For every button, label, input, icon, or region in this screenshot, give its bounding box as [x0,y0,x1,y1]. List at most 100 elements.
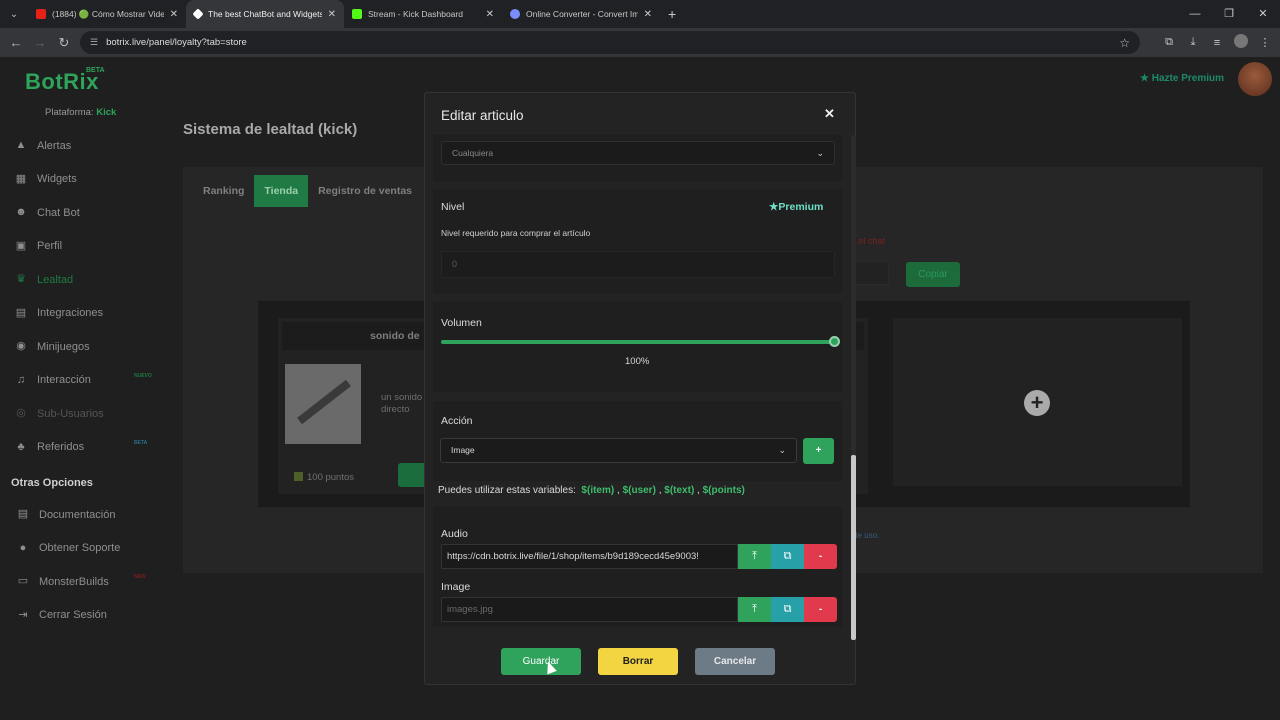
tab-close-icon[interactable]: ✕ [328,9,336,20]
close-window-icon[interactable]: ✕ [1246,0,1280,28]
image-gallery-button[interactable]: ⧉ [771,597,804,622]
beta-badge: BETA [86,67,105,74]
permission-select[interactable]: Cualquiera ⌄ [441,141,835,165]
upload-audio-button[interactable]: ⤒ [738,544,771,569]
extensions-icon[interactable]: ⧉ [1160,36,1178,49]
sidebar-item-referidos[interactable]: ♣ Referidos BETA [0,431,175,465]
browser-tab[interactable]: Online Converter - Convert Ima ✕ [502,0,660,28]
users-icon: ♣ [17,440,25,453]
audio-label: Audio [441,528,468,540]
gamepad-icon: ◉ [16,340,26,353]
sidebar-item-sub-usuarios[interactable]: ◎ Sub-Usuarios [0,397,175,431]
bookmark-star-icon[interactable]: ☆ [1119,36,1130,50]
document-icon: ▤ [17,508,29,521]
upload-icon: ⤒ [752,603,757,615]
image-url-input[interactable]: images.jpg [441,597,738,622]
variable-user: $(user) [622,485,656,496]
upload-image-button[interactable]: ⤒ [738,597,771,622]
new-tab-icon[interactable]: + [660,6,684,22]
browser-tab[interactable]: Stream - Kick Dashboard ✕ [344,0,502,28]
reload-icon[interactable]: ↻ [52,35,76,51]
page-title: Sistema de lealtad (kick) [183,121,358,138]
minimize-icon[interactable]: — [1178,0,1212,28]
back-icon[interactable]: ← [4,35,28,50]
modal-scrollbar[interactable] [851,135,856,640]
level-input[interactable]: 0 [441,251,835,278]
add-action-button[interactable]: + [803,438,834,464]
sub-users-icon: ◎ [16,407,26,420]
remove-image-button[interactable]: - [804,597,837,622]
browser-tab-active[interactable]: The best ChatBot and Widgets f ✕ [186,0,344,28]
sidebar-item-integraciones[interactable]: ▤ Integraciones [0,297,175,331]
sidebar-item-chat-bot[interactable]: ☻ Chat Bot [0,196,175,230]
maximize-icon[interactable]: ❐ [1212,0,1246,28]
browser-tab-bar: ⌄ (1884) 🟢 Cómo Mostrar Videos ✕ The bes… [0,0,1280,28]
avatar[interactable] [1238,62,1272,96]
sidebar-item-perfil[interactable]: ▣ Perfil [0,230,175,264]
tab-tienda[interactable]: Tienda [254,175,309,207]
copy-button[interactable]: Copiar [906,262,960,287]
gallery-icon: ⧉ [783,550,792,562]
star-icon: ★ [769,201,779,213]
platform-indicator: Plataforma: Kick [45,107,116,118]
tab-close-icon[interactable]: ✕ [644,9,652,20]
tab-ranking[interactable]: Ranking [193,175,254,207]
tab-registro-ventas[interactable]: Registro de ventas [308,175,422,207]
volume-label: Volumen [441,317,482,329]
profile-avatar-icon[interactable] [1232,34,1250,51]
add-item-card[interactable]: + [893,318,1182,486]
premium-link-label: Hazte Premium [1151,73,1224,84]
sidebar-item-monsterbuilds[interactable]: ▭ MonsterBuilds NEW [0,565,175,599]
action-select-value: Image [451,445,475,455]
youtube-favicon-icon [36,9,46,19]
platform-label: Plataforma: [45,107,94,118]
audio-url-input[interactable]: https://cdn.botrix.live/file/1/shop/item… [441,544,738,569]
sidebar-item-minijuegos[interactable]: ◉ Minijuegos [0,330,175,364]
sidebar-item-lealtad[interactable]: ♛ Lealtad [0,263,175,297]
cancel-button[interactable]: Cancelar [695,648,775,675]
media-control-icon[interactable]: ≡ [1208,37,1226,49]
save-button[interactable]: Guardar [501,648,581,675]
remove-audio-button[interactable]: - [804,544,837,569]
sidebar-item-alertas[interactable]: ▲ Alertas [0,129,175,163]
browser-tab[interactable]: (1884) 🟢 Cómo Mostrar Videos ✕ [28,0,186,28]
browser-menu-icon[interactable]: ⋮ [1256,36,1274,49]
sidebar-section-title: Otras Opciones [11,477,93,489]
modal-title: Editar articulo [441,108,524,123]
forward-icon[interactable]: → [28,35,52,50]
add-circle-icon[interactable]: + [1024,390,1050,416]
variable-points: $(points) [702,485,745,496]
chevron-down-icon: ⌄ [816,148,824,158]
sidebar-item-soporte[interactable]: ● Obtener Soporte [0,532,175,566]
converter-favicon-icon [510,9,520,19]
premium-badge[interactable]: ★Premium [769,201,823,213]
terms-link[interactable]: de uso. [853,531,879,540]
tab-search-chevron-icon[interactable]: ⌄ [0,0,28,28]
delete-button[interactable]: Borrar [598,648,678,675]
sidebar-item-label: Sub-Usuarios [37,407,104,420]
sidebar-item-cerrar-sesion[interactable]: ⇥ Cerrar Sesión [0,599,175,633]
sidebar-item-documentacion[interactable]: ▤ Documentación [0,498,175,532]
action-select[interactable]: Image ⌄ [440,438,797,463]
permission-section: Cualquiera ⌄ [433,135,842,181]
chat-link[interactable]: ...el chat [851,236,885,246]
close-icon[interactable]: ✕ [824,106,835,122]
site-info-icon[interactable]: ☰ [90,37,98,48]
volume-section [433,302,842,392]
volume-slider-handle[interactable] [829,336,840,347]
tab-title: (1884) 🟢 Cómo Mostrar Videos [52,8,164,19]
address-bar[interactable]: ☰ botrix.live/panel/loyalty?tab=store ☆ [80,31,1140,54]
volume-slider-track[interactable] [441,340,835,344]
integration-icon: ▤ [15,306,27,319]
sidebar-item-interaccion[interactable]: ♫ Interacción NUEVO [0,364,175,398]
download-icon[interactable]: ⤓ [1184,36,1202,49]
audio-gallery-button[interactable]: ⧉ [771,544,804,569]
scrollbar-thumb[interactable] [851,455,856,640]
support-icon: ● [19,541,27,554]
browser-toolbar: ← → ↻ ☰ botrix.live/panel/loyalty?tab=st… [0,28,1280,57]
tab-close-icon[interactable]: ✕ [486,9,494,20]
sidebar-item-widgets[interactable]: ▦ Widgets [0,163,175,197]
premium-link[interactable]: ★ Hazte Premium [1140,73,1224,84]
sidebar-item-label: MonsterBuilds [39,575,109,588]
tab-close-icon[interactable]: ✕ [170,9,178,20]
